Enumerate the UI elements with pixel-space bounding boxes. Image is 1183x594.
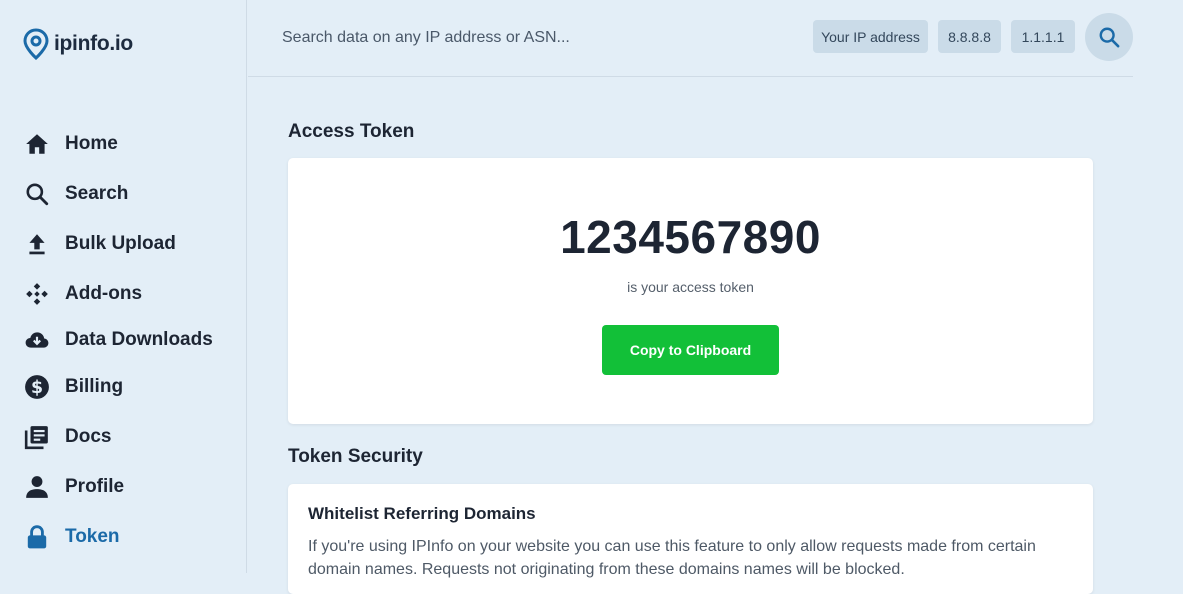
sidebar: ipinfo.io Home Search Bulk Upload Add-on…: [0, 0, 247, 573]
person-icon: [22, 472, 52, 502]
sidebar-item-billing[interactable]: $ Billing: [22, 371, 123, 403]
sidebar-item-search[interactable]: Search: [22, 178, 128, 210]
sidebar-item-label: Data Downloads: [65, 329, 213, 350]
sidebar-item-label: Profile: [65, 476, 125, 497]
search-icon: [1099, 27, 1120, 48]
token-value: 1234567890: [560, 211, 821, 263]
ip-8888-chip[interactable]: 8.8.8.8: [938, 20, 1001, 53]
sidebar-item-label: Home: [65, 133, 118, 154]
sidebar-item-data-downloads[interactable]: Data Downloads: [22, 324, 213, 356]
sidebar-item-profile[interactable]: Profile: [22, 471, 124, 503]
your-ip-chip[interactable]: Your IP address: [813, 20, 928, 53]
whitelist-card: Whitelist Referring Domains If you're us…: [288, 484, 1093, 594]
dollar-icon: $: [22, 372, 52, 402]
sidebar-item-label: Bulk Upload: [65, 233, 176, 254]
whitelist-heading: Whitelist Referring Domains: [308, 504, 536, 523]
whitelist-description: If you're using IPInfo on your website y…: [308, 538, 1036, 578]
svg-text:$: $: [31, 378, 43, 398]
token-caption: is your access token: [627, 279, 754, 295]
sidebar-item-add-ons[interactable]: Add-ons: [22, 278, 142, 310]
docs-icon: [22, 422, 52, 452]
access-token-title: Access Token: [288, 121, 415, 142]
sidebar-item-label: Add-ons: [65, 283, 143, 304]
access-token-card: 1234567890 is your access token Copy to …: [288, 158, 1093, 424]
sidebar-item-bulk-upload[interactable]: Bulk Upload: [22, 228, 176, 260]
sidebar-item-token[interactable]: Token: [22, 521, 120, 553]
addons-icon: [22, 279, 52, 309]
cloud-download-icon: [22, 325, 52, 355]
header: Your IP address 8.8.8.8 1.1.1.1: [248, 0, 1133, 77]
lock-icon: [22, 522, 52, 552]
search-button[interactable]: [1085, 13, 1133, 61]
brand-name: ipinfo.io: [54, 32, 133, 55]
sidebar-item-home[interactable]: Home: [22, 128, 118, 160]
sidebar-item-label: Docs: [65, 426, 112, 447]
location-pin-icon: [23, 28, 49, 60]
search-input[interactable]: [280, 20, 764, 56]
sidebar-item-docs[interactable]: Docs: [22, 421, 111, 453]
home-icon: [22, 129, 52, 159]
search-icon: [22, 179, 52, 209]
sidebar-item-label: Token: [65, 526, 120, 547]
token-security-title: Token Security: [288, 446, 423, 467]
ip-1111-chip[interactable]: 1.1.1.1: [1011, 20, 1075, 53]
upload-icon: [22, 229, 52, 259]
sidebar-item-label: Billing: [65, 376, 124, 397]
sidebar-item-label: Search: [65, 183, 129, 204]
copy-to-clipboard-button[interactable]: Copy to Clipboard: [602, 325, 779, 375]
logo[interactable]: ipinfo.io: [23, 28, 133, 60]
